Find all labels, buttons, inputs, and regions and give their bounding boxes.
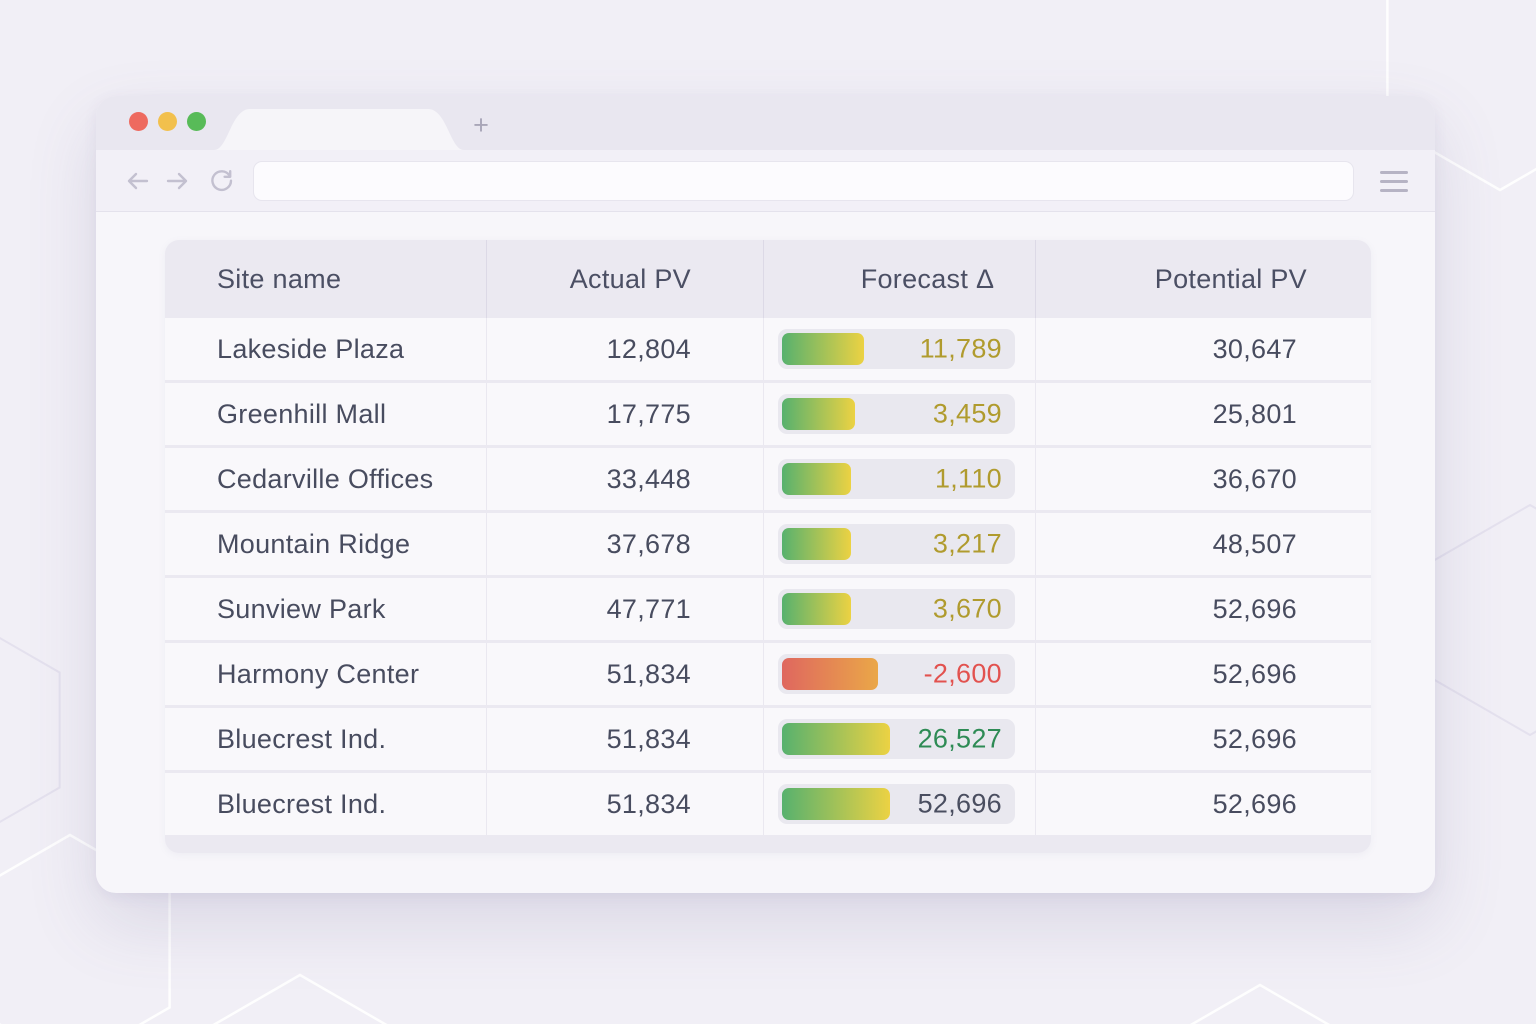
actual-pv-cell: 51,834: [486, 643, 763, 705]
forecast-bar-track: 1,110: [778, 459, 1015, 499]
browser-window: + Site name Ac: [96, 96, 1435, 893]
window-minimize-button[interactable]: [158, 112, 177, 131]
potential-pv-cell: 52,696: [1035, 643, 1371, 705]
table-row: Bluecrest Ind. 51,834 26,527 52,696: [165, 708, 1371, 770]
forecast-delta-cell: -2,600: [763, 643, 1035, 705]
forecast-bar-fill: [782, 463, 851, 495]
forecast-delta-cell: 3,459: [763, 383, 1035, 445]
browser-toolbar: [96, 150, 1435, 212]
forecast-bar-fill: [782, 723, 890, 755]
table-row: Sunview Park 47,771 3,670 52,696: [165, 578, 1371, 640]
window-maximize-button[interactable]: [187, 112, 206, 131]
actual-pv-cell: 12,804: [486, 318, 763, 380]
potential-pv-cell: 52,696: [1035, 708, 1371, 770]
forecast-bar-fill: [782, 788, 890, 820]
forecast-delta-value: 26,527: [918, 724, 1002, 755]
forecast-bar-track: 3,459: [778, 394, 1015, 434]
forecast-bar-fill: [782, 333, 864, 365]
actual-pv-cell: 37,678: [486, 513, 763, 575]
actual-pv-cell: 51,834: [486, 773, 763, 835]
back-button[interactable]: [123, 169, 151, 193]
site-name-cell: Sunview Park: [165, 578, 486, 640]
site-name-cell: Bluecrest Ind.: [165, 773, 486, 835]
site-name-cell: Cedarville Offices: [165, 448, 486, 510]
menu-button[interactable]: [1380, 167, 1408, 195]
new-tab-button[interactable]: +: [465, 110, 497, 140]
forward-arrow-icon: [164, 169, 192, 193]
forward-button[interactable]: [164, 169, 192, 193]
actual-pv-cell: 33,448: [486, 448, 763, 510]
forecast-bar-fill: [782, 528, 851, 560]
site-name-cell: Bluecrest Ind.: [165, 708, 486, 770]
potential-pv-cell: 25,801: [1035, 383, 1371, 445]
potential-pv-cell: 52,696: [1035, 773, 1371, 835]
table-row: Mountain Ridge 37,678 3,217 48,507: [165, 513, 1371, 575]
table-row: Bluecrest Ind. 51,834 52,696 52,696: [165, 773, 1371, 835]
forecast-delta-value: -2,600: [924, 659, 1002, 690]
forecast-delta-cell: 3,670: [763, 578, 1035, 640]
hamburger-icon: [1380, 171, 1408, 174]
table-row: Greenhill Mall 17,775 3,459 25,801: [165, 383, 1371, 445]
column-header-forecast-delta: Forecast Δ: [763, 240, 1035, 318]
address-bar[interactable]: [253, 161, 1354, 201]
window-controls: [129, 112, 206, 131]
site-name-cell: Lakeside Plaza: [165, 318, 486, 380]
forecast-delta-value: 11,789: [920, 334, 1002, 365]
forecast-delta-value: 3,670: [933, 594, 1002, 625]
table-body: Lakeside Plaza 12,804 11,789 30,647 Gree…: [165, 318, 1371, 835]
browser-tab-bar: +: [96, 96, 1435, 150]
forecast-delta-cell: 26,527: [763, 708, 1035, 770]
forecast-bar-fill: [782, 658, 878, 690]
actual-pv-cell: 47,771: [486, 578, 763, 640]
table-header: Site name Actual PV Forecast Δ Potential…: [165, 240, 1371, 318]
potential-pv-cell: 36,670: [1035, 448, 1371, 510]
pv-table-card: Site name Actual PV Forecast Δ Potential…: [165, 240, 1371, 853]
window-close-button[interactable]: [129, 112, 148, 131]
potential-pv-cell: 52,696: [1035, 578, 1371, 640]
table-row: Harmony Center 51,834 -2,600 52,696: [165, 643, 1371, 705]
active-tab[interactable]: [214, 109, 464, 150]
site-name-cell: Harmony Center: [165, 643, 486, 705]
table-row: Lakeside Plaza 12,804 11,789 30,647: [165, 318, 1371, 380]
forecast-bar-fill: [782, 593, 851, 625]
table-row: Cedarville Offices 33,448 1,110 36,670: [165, 448, 1371, 510]
forecast-bar-track: -2,600: [778, 654, 1015, 694]
column-header-actual-pv: Actual PV: [486, 240, 763, 318]
forecast-bar-track: 3,217: [778, 524, 1015, 564]
forecast-delta-value: 52,696: [918, 789, 1002, 820]
forecast-delta-cell: 11,789: [763, 318, 1035, 380]
column-header-potential-pv: Potential PV: [1035, 240, 1371, 318]
actual-pv-cell: 51,834: [486, 708, 763, 770]
back-arrow-icon: [123, 169, 151, 193]
reload-icon: [208, 168, 234, 194]
forecast-delta-cell: 52,696: [763, 773, 1035, 835]
forecast-bar-track: 11,789: [778, 329, 1015, 369]
forecast-delta-value: 3,217: [933, 529, 1002, 560]
forecast-bar-track: 52,696: [778, 784, 1015, 824]
forecast-bar-track: 26,527: [778, 719, 1015, 759]
column-header-site-name: Site name: [165, 240, 486, 318]
page-content: Site name Actual PV Forecast Δ Potential…: [96, 212, 1435, 892]
forecast-delta-value: 3,459: [933, 399, 1002, 430]
potential-pv-cell: 48,507: [1035, 513, 1371, 575]
site-name-cell: Greenhill Mall: [165, 383, 486, 445]
actual-pv-cell: 17,775: [486, 383, 763, 445]
forecast-bar-fill: [782, 398, 855, 430]
site-name-cell: Mountain Ridge: [165, 513, 486, 575]
potential-pv-cell: 30,647: [1035, 318, 1371, 380]
forecast-delta-cell: 3,217: [763, 513, 1035, 575]
reload-button[interactable]: [208, 168, 234, 194]
forecast-delta-value: 1,110: [935, 464, 1002, 495]
forecast-delta-cell: 1,110: [763, 448, 1035, 510]
forecast-bar-track: 3,670: [778, 589, 1015, 629]
